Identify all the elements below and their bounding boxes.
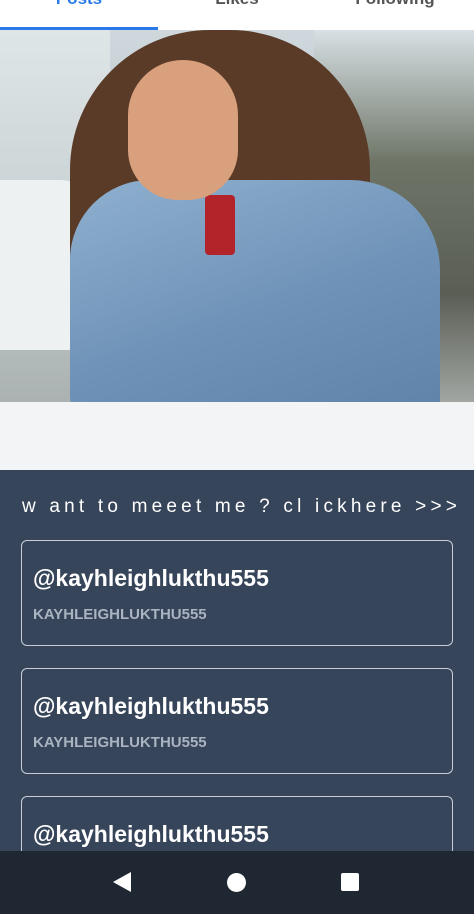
tab-likes[interactable]: Likes bbox=[158, 0, 316, 30]
tab-bar: Posts Likes Following bbox=[0, 0, 474, 30]
card-handle: @kayhleighlukthu555 bbox=[33, 821, 269, 847]
tab-following-label: Following bbox=[355, 0, 434, 9]
card-handle: @kayhleighlukthu555 bbox=[33, 565, 269, 591]
recents-icon[interactable] bbox=[341, 873, 359, 891]
photo-shirt bbox=[205, 195, 235, 255]
card-subtitle: KAYHLEIGHLUKTHU555 bbox=[33, 734, 207, 751]
profile-card[interactable]: @kayhleighlukthu555 KAYHLEIGHLUKTHU555 bbox=[21, 540, 453, 646]
meet-prompt-link[interactable]: w ant to meeet me ? cl ickhere >>> bbox=[22, 496, 462, 518]
tab-likes-label: Likes bbox=[215, 0, 258, 9]
tab-posts[interactable]: Posts bbox=[0, 0, 158, 30]
photo-table bbox=[0, 402, 474, 470]
profile-card[interactable]: @kayhleighlukthu555 KAYHLEIGHLUKTHU555 bbox=[21, 668, 453, 774]
back-icon[interactable] bbox=[113, 872, 131, 892]
card-handle: @kayhleighlukthu555 bbox=[33, 693, 269, 719]
profile-photo[interactable] bbox=[0, 30, 474, 470]
tab-following[interactable]: Following bbox=[316, 0, 474, 30]
card-subtitle: KAYHLEIGHLUKTHU555 bbox=[33, 606, 207, 623]
photo-face bbox=[128, 60, 238, 200]
home-icon[interactable] bbox=[227, 873, 246, 892]
system-navigation-bar bbox=[0, 851, 474, 914]
tab-posts-label: Posts bbox=[56, 0, 102, 9]
